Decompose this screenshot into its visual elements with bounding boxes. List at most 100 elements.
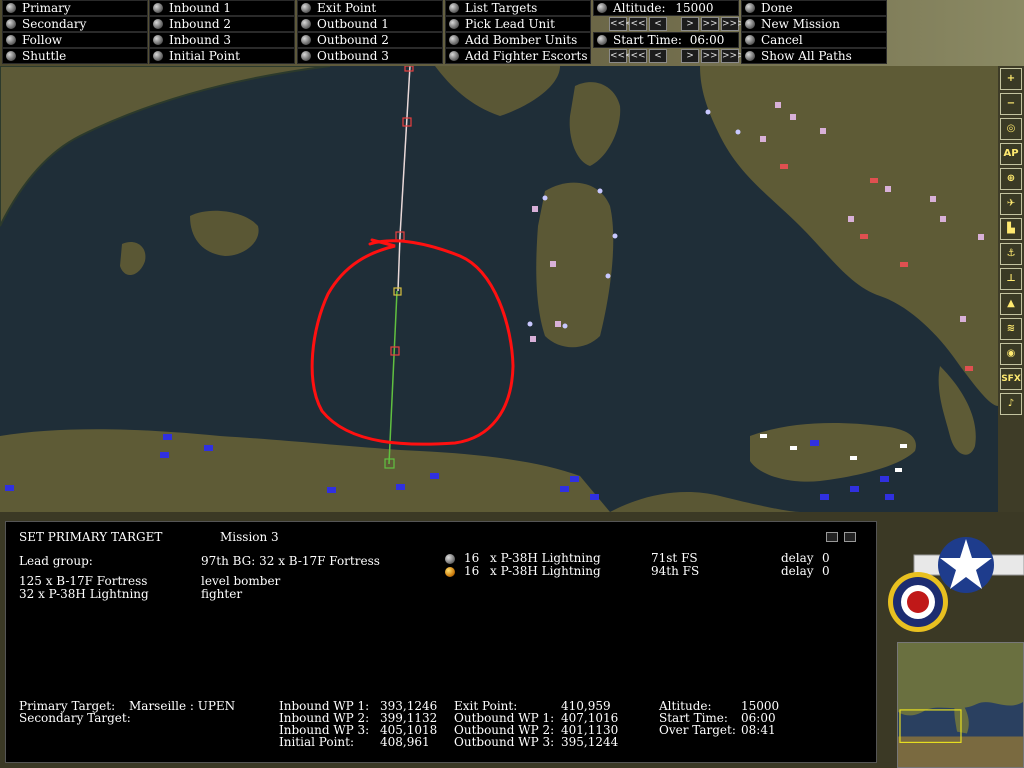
step-small-up-icon[interactable]: >	[681, 49, 699, 63]
radio-bullet-icon	[6, 19, 16, 29]
step-fast-up-icon[interactable]: >>>	[721, 49, 745, 63]
zoom-in-icon[interactable]: +	[1000, 68, 1022, 90]
primary-button[interactable]: Primary	[2, 0, 148, 16]
maximize-icon[interactable]	[844, 532, 856, 542]
ship-icon[interactable]: ≋	[1000, 318, 1022, 340]
step-up-icon[interactable]: >>	[701, 49, 719, 63]
minimize-icon[interactable]	[826, 532, 838, 542]
altitude-stepper[interactable]: <<< << < > >> >>>	[609, 17, 745, 31]
secondary-button[interactable]: Secondary	[2, 16, 148, 32]
radio-bullet-icon	[449, 3, 459, 13]
plane-icon[interactable]: ✈	[1000, 193, 1022, 215]
pick-lead-unit-button[interactable]: Pick Lead Unit	[445, 16, 591, 32]
initial-point-button[interactable]: Initial Point	[149, 48, 295, 64]
outbound-1-button[interactable]: Outbound 1	[297, 16, 443, 32]
add-bomber-units-button[interactable]: Add Bomber Units	[445, 32, 591, 48]
escort-type[interactable]: x P-38H Lightning	[490, 565, 601, 578]
radio-bullet-icon	[301, 35, 311, 45]
zoom-out-icon[interactable]: −	[1000, 93, 1022, 115]
show-all-paths-button[interactable]: Show All Paths	[741, 48, 887, 64]
list-targets-button[interactable]: List Targets	[445, 0, 591, 16]
force-qty: 32 x P-38H Lightning	[19, 587, 149, 601]
exit-point-button[interactable]: Exit Point	[297, 0, 443, 16]
primary-target-value: Marseille : UPEN	[129, 699, 236, 713]
escort-status-icon	[445, 567, 455, 577]
start-time-field[interactable]: Start Time: 06:00	[593, 32, 739, 48]
radio-bullet-icon	[6, 3, 16, 13]
radio-bullet-icon	[745, 51, 755, 61]
new-mission-button[interactable]: New Mission	[741, 16, 887, 32]
waypoint-value: 395,1244	[561, 735, 619, 749]
inbound-2-button[interactable]: Inbound 2	[149, 16, 295, 32]
radio-bullet-icon	[449, 19, 459, 29]
cancel-button[interactable]: Cancel	[741, 32, 887, 48]
radio-bullet-icon	[745, 19, 755, 29]
radio-bullet-icon	[745, 35, 755, 45]
done-button[interactable]: Done	[741, 0, 887, 16]
compass-icon[interactable]: ◉	[1000, 343, 1022, 365]
land-sardinia	[536, 182, 614, 348]
radio-bullet-icon	[597, 3, 607, 13]
waypoint-label: Outbound WP 3:	[454, 735, 555, 749]
add-fighter-escorts-button[interactable]: Add Fighter Escorts	[445, 48, 591, 64]
lead-group-value[interactable]: 97th BG: 32 x B-17F Fortress	[201, 555, 380, 568]
escort-delay-label: delay	[781, 564, 814, 578]
building-icon[interactable]: ▲	[1000, 293, 1022, 315]
radio-bullet-icon	[745, 3, 755, 13]
force-role: fighter	[201, 587, 243, 601]
escort-delay: 0	[822, 564, 830, 578]
radio-bullet-icon	[6, 35, 16, 45]
radio-bullet-icon	[153, 3, 163, 13]
secondary-target-label: Secondary Target:	[19, 711, 131, 725]
inbound-3-button[interactable]: Inbound 3	[149, 32, 295, 48]
step-fast-down-icon[interactable]: <<<	[609, 17, 633, 31]
step-small-up-icon[interactable]: >	[681, 17, 699, 31]
radio-bullet-icon	[6, 51, 16, 61]
escort-unit: 94th FS	[651, 564, 700, 578]
step-small-down-icon[interactable]: <	[649, 49, 667, 63]
radio-bullet-icon	[597, 35, 607, 45]
summary-label: Over Target:	[659, 723, 736, 737]
sfx-icon[interactable]: SFX	[1000, 368, 1022, 390]
altitude-field[interactable]: Altitude: 15000	[593, 0, 739, 16]
shuttle-button[interactable]: Shuttle	[2, 48, 148, 64]
summary-value: 08:41	[741, 723, 776, 737]
anchor-icon[interactable]: ⚓	[1000, 243, 1022, 265]
step-down-icon[interactable]: <<	[629, 49, 647, 63]
waypoint-value: 408,961	[380, 735, 430, 749]
step-fast-down-icon[interactable]: <<<	[609, 49, 633, 63]
step-fast-up-icon[interactable]: >>>	[721, 17, 745, 31]
escort-status-icon	[445, 554, 455, 564]
follow-button[interactable]: Follow	[2, 32, 148, 48]
inbound-1-button[interactable]: Inbound 1	[149, 0, 295, 16]
waypoint-label: Initial Point:	[279, 735, 355, 749]
radio-bullet-icon	[449, 51, 459, 61]
mission-label: Mission 3	[220, 530, 279, 544]
step-down-icon[interactable]: <<	[629, 17, 647, 31]
minimap[interactable]	[897, 642, 1024, 768]
start-time-stepper[interactable]: <<< << < > >> >>>	[609, 49, 745, 63]
radio-bullet-icon	[449, 35, 459, 45]
outbound-3-button[interactable]: Outbound 3	[297, 48, 443, 64]
target-reticle-icon[interactable]: ◎	[1000, 118, 1022, 140]
step-up-icon[interactable]: >>	[701, 17, 719, 31]
panel-heading: SET PRIMARY TARGET	[19, 530, 163, 544]
faction-insignia	[888, 537, 1024, 632]
factory-icon[interactable]: ▙	[1000, 218, 1022, 240]
mission-toolbar: Primary Secondary Follow Shuttle Inbound…	[0, 0, 1024, 66]
strategic-map[interactable]	[0, 66, 998, 512]
radio-bullet-icon	[153, 35, 163, 45]
step-small-down-icon[interactable]: <	[649, 17, 667, 31]
crosshair-icon[interactable]: ⊕	[1000, 168, 1022, 190]
radio-bullet-icon	[301, 51, 311, 61]
radio-bullet-icon	[153, 51, 163, 61]
music-icon[interactable]: ♪	[1000, 393, 1022, 415]
mission-info-panel: SET PRIMARY TARGET Mission 3 Lead group:…	[5, 521, 877, 763]
map-tools-bar: + − ◎ AP ⊕ ✈ ▙ ⚓ ⊥ ▲ ≋ ◉ SFX ♪	[998, 66, 1024, 512]
outbound-2-button[interactable]: Outbound 2	[297, 32, 443, 48]
lead-group-label: Lead group:	[19, 554, 93, 568]
airfield-icon[interactable]: ⊥	[1000, 268, 1022, 290]
escort-count: 16	[464, 564, 480, 578]
ap-icon[interactable]: AP	[1000, 143, 1022, 165]
radio-bullet-icon	[301, 3, 311, 13]
